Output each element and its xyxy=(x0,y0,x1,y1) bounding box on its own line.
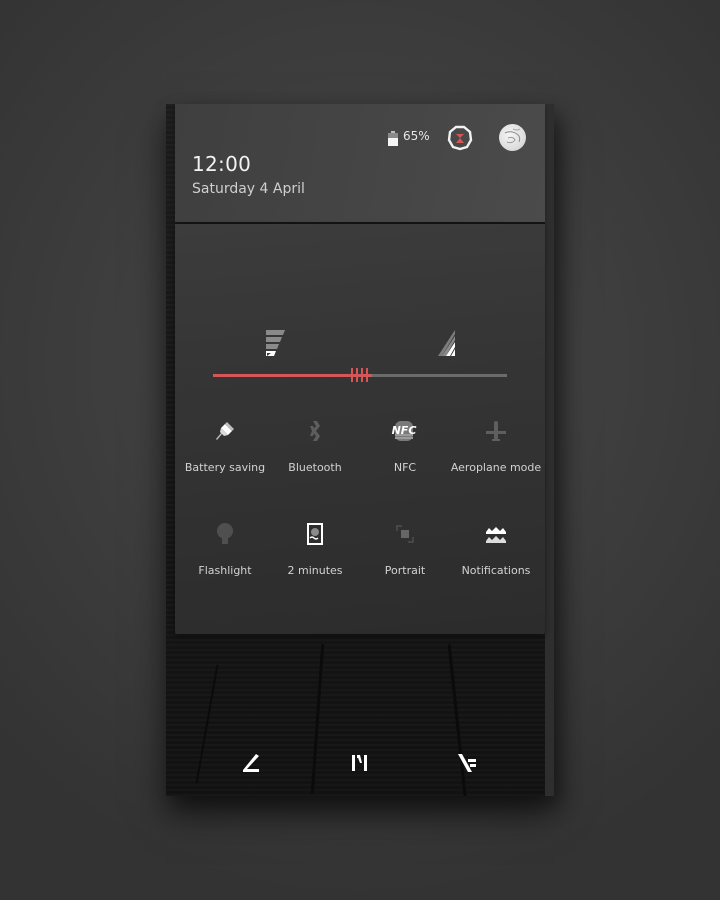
quick-settings-panel: Battery saving Bluetooth NFC NFC Aeropla… xyxy=(175,224,545,634)
screen-edge xyxy=(545,104,554,796)
tile-label: Flashlight xyxy=(198,564,252,577)
tile-label: 2 minutes xyxy=(287,564,343,577)
battery-level xyxy=(388,138,398,146)
recents-icon[interactable] xyxy=(456,752,478,774)
screen-timeout-icon xyxy=(307,523,323,545)
clock-date: Saturday 4 April xyxy=(192,181,305,197)
home-icon[interactable] xyxy=(349,752,371,774)
nfc-icon: NFC xyxy=(392,421,417,441)
notification-header: 12:00 Saturday 4 April 65% xyxy=(175,104,545,222)
battery-percent: 65% xyxy=(403,129,430,143)
battery-icon xyxy=(388,131,398,146)
phone-screen: 12:00 Saturday 4 April 65% Battery savin… xyxy=(166,104,554,796)
navigation-bar xyxy=(166,736,554,796)
tile-battery-saving[interactable]: Battery saving xyxy=(179,419,271,491)
back-icon[interactable] xyxy=(241,752,263,774)
tile-label: NFC xyxy=(393,461,417,474)
bluetooth-icon xyxy=(310,421,320,441)
tile-portrait[interactable]: Portrait xyxy=(359,522,451,594)
tile-label: Battery saving xyxy=(184,461,266,474)
pin-icon xyxy=(216,422,234,440)
settings-gear-icon[interactable] xyxy=(447,125,473,151)
cellular-signal-icon[interactable] xyxy=(437,330,459,356)
tile-label: Aeroplane mode xyxy=(450,461,542,474)
rotation-icon xyxy=(396,525,414,543)
tile-aeroplane-mode[interactable]: Aeroplane mode xyxy=(450,419,542,491)
user-avatar[interactable] xyxy=(499,124,526,151)
slider-fill xyxy=(213,374,354,377)
tile-screen-timeout[interactable]: 2 minutes xyxy=(269,522,361,594)
wifi-signal-icon[interactable] xyxy=(266,330,288,356)
slider-thumb[interactable] xyxy=(350,368,372,382)
clock-time: 12:00 xyxy=(192,152,252,176)
tile-nfc[interactable]: NFC NFC xyxy=(359,419,451,491)
svg-text:NFC: NFC xyxy=(392,424,417,437)
tile-flashlight[interactable]: Flashlight xyxy=(179,522,271,594)
tile-label: Portrait xyxy=(384,564,426,577)
tile-label: Bluetooth xyxy=(288,461,342,474)
airplane-icon xyxy=(486,421,506,441)
notifications-icon xyxy=(486,527,506,543)
tile-bluetooth[interactable]: Bluetooth xyxy=(269,419,361,491)
tile-label: Notifications xyxy=(461,564,531,577)
avatar-image xyxy=(504,128,521,144)
flashlight-icon xyxy=(217,523,233,544)
tile-notifications[interactable]: Notifications xyxy=(450,522,542,594)
brightness-slider[interactable] xyxy=(213,368,507,382)
